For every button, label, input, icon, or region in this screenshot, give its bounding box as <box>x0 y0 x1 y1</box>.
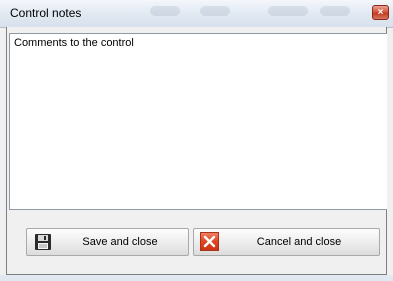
control-notes-dialog: Control notes × Comments to the control … <box>0 0 393 281</box>
title-bar-blur <box>200 6 230 16</box>
window-bottom-edge <box>0 275 393 281</box>
close-button[interactable]: × <box>372 5 389 20</box>
window-title: Control notes <box>10 6 82 20</box>
save-and-close-label: Save and close <box>82 236 158 248</box>
cancel-and-close-label: Cancel and close <box>256 236 342 248</box>
notes-textarea[interactable]: Comments to the control <box>9 33 387 210</box>
title-bar-blur <box>150 6 180 16</box>
floppy-disk-icon <box>35 234 51 250</box>
title-bar[interactable]: Control notes × <box>0 0 393 28</box>
save-and-close-button[interactable]: Save and close <box>26 228 189 256</box>
cancel-and-close-button[interactable]: Cancel and close <box>193 228 380 256</box>
title-bar-blur <box>320 6 350 16</box>
close-icon: × <box>377 7 384 18</box>
title-bar-blur <box>268 6 308 16</box>
red-x-icon <box>200 232 219 251</box>
